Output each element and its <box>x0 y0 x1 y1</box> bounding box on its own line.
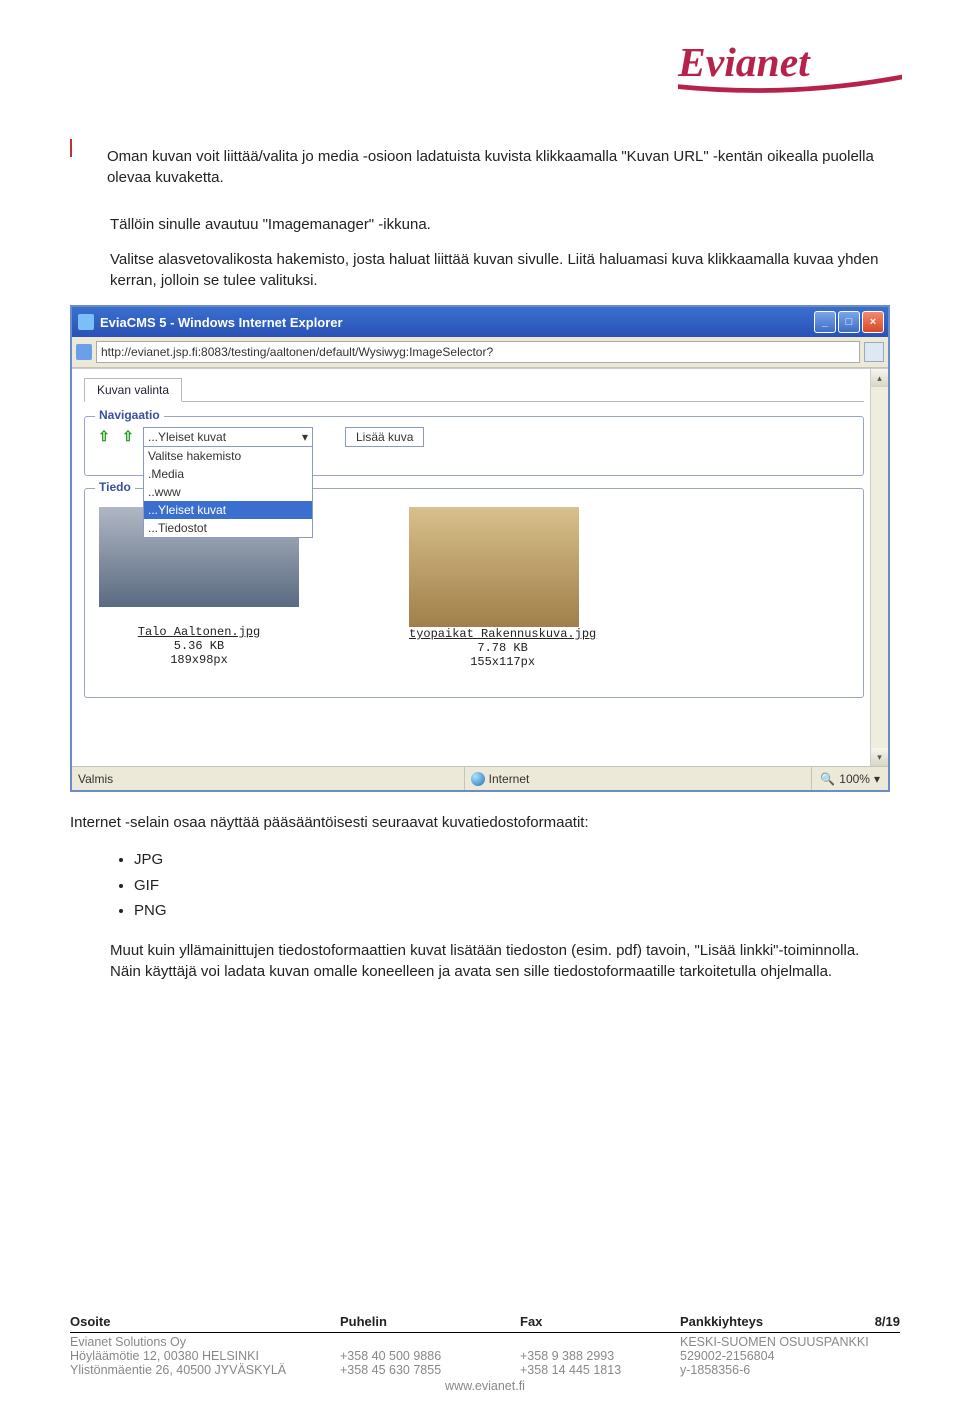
folder-option[interactable]: ...Yleiset kuvat <box>144 501 312 519</box>
zone-globe-icon <box>471 772 485 786</box>
scroll-down-icon[interactable]: ▾ <box>871 748 888 766</box>
footer-text: KESKI-SUOMEN OSUUSPANKKI <box>680 1335 900 1349</box>
page-footer: Osoite Puhelin Fax Pankkiyhteys 8/19 Evia… <box>70 1314 900 1393</box>
paragraph: Internet -selain osaa näyttää pääsääntöi… <box>70 812 890 833</box>
folder-dropdown[interactable]: Valitse hakemisto .Media ..www ...Yleise… <box>143 447 313 538</box>
thumbnail-size: 5.36 KB <box>99 639 299 653</box>
image-insert-icon <box>70 140 93 200</box>
footer-heading: Pankkiyhteys <box>680 1314 763 1329</box>
vertical-scrollbar[interactable]: ▴ ▾ <box>870 369 888 766</box>
footer-text: Evianet Solutions Oy <box>70 1335 340 1349</box>
folder-select-value: ...Yleiset kuvat <box>148 430 226 444</box>
folder-option[interactable]: ..www <box>144 483 312 501</box>
minimize-button[interactable]: _ <box>814 311 836 333</box>
thumbnail-filename: Talo Aaltonen.jpg <box>99 625 299 639</box>
footer-text: Ylistönmäentie 26, 40500 JYVÄSKYLÄ <box>70 1363 340 1377</box>
navigation-fieldset: Navigaatio ⇧ ⇧ ...Yleiset kuvat ▾ Valit <box>84 416 864 476</box>
list-item: PNG <box>134 898 890 924</box>
address-bar <box>72 337 888 368</box>
folder-option[interactable]: Valitse hakemisto <box>144 447 312 465</box>
paragraph: Valitse alasvetovalikosta hakemisto, jos… <box>110 249 890 291</box>
format-list: JPG GIF PNG <box>134 847 890 924</box>
footer-text: +358 40 500 9886 <box>340 1349 520 1363</box>
scroll-up-icon[interactable]: ▴ <box>871 369 888 387</box>
add-image-button[interactable]: Lisää kuva <box>345 427 424 447</box>
thumbnail-image <box>409 507 579 627</box>
fieldset-legend: Navigaatio <box>95 408 164 422</box>
list-item: GIF <box>134 873 890 899</box>
zoom-control[interactable]: 🔍 100% ▾ <box>812 772 888 786</box>
thumbnail-dimensions: 155x117px <box>409 655 596 669</box>
window-titlebar: EviaCMS 5 - Windows Internet Explorer _ … <box>72 307 888 337</box>
paragraph: Tällöin sinulle avautuu "Imagemanager" -… <box>110 214 890 235</box>
footer-text: y-1858356-6 <box>680 1363 900 1377</box>
folder-option[interactable]: ...Tiedostot <box>144 519 312 537</box>
page-icon <box>76 344 92 360</box>
ie-icon <box>78 314 94 330</box>
paragraph: Oman kuvan voit liittää/valita jo media … <box>107 146 890 188</box>
thumbnail-dimensions: 189x98px <box>99 653 299 667</box>
status-bar: Valmis Internet 🔍 100% ▾ <box>72 766 888 790</box>
footer-text: +358 45 630 7855 <box>340 1363 520 1377</box>
list-item: JPG <box>134 847 890 873</box>
window-title: EviaCMS 5 - Windows Internet Explorer <box>100 315 343 330</box>
close-button[interactable]: × <box>862 311 884 333</box>
image-thumbnail[interactable]: tyopaikat Rakennuskuva.jpg 7.78 KB 155x1… <box>409 507 596 669</box>
footer-heading: Osoite <box>70 1314 340 1329</box>
imagemanager-window: EviaCMS 5 - Windows Internet Explorer _ … <box>70 305 890 792</box>
page-number: 8/19 <box>875 1314 900 1329</box>
security-zone: Internet <box>489 772 530 786</box>
brand-logo: Evianet <box>670 30 910 103</box>
folder-select[interactable]: ...Yleiset kuvat ▾ <box>143 427 313 447</box>
footer-url: www.evianet.fi <box>70 1379 900 1393</box>
nav-up-root-icon[interactable]: ⇧ <box>95 427 113 445</box>
footer-text: Höyläämötie 12, 00380 HELSINKI <box>70 1349 340 1363</box>
tab-kuvan-valinta[interactable]: Kuvan valinta <box>84 378 182 402</box>
chevron-down-icon: ▾ <box>302 430 308 444</box>
zoom-icon: 🔍 <box>820 772 835 786</box>
footer-heading: Puhelin <box>340 1314 520 1329</box>
status-text: Valmis <box>72 772 464 786</box>
url-input[interactable] <box>96 341 860 363</box>
footer-heading: Fax <box>520 1314 680 1329</box>
folder-option[interactable]: .Media <box>144 465 312 483</box>
go-button[interactable] <box>864 342 884 362</box>
footer-text: +358 14 445 1813 <box>520 1363 680 1377</box>
tab-strip: Kuvan valinta <box>84 377 864 402</box>
zoom-value: 100% <box>839 772 870 786</box>
paragraph: Muut kuin yllämainittujen tiedostoformaa… <box>110 940 890 982</box>
svg-text:Evianet: Evianet <box>677 39 811 85</box>
nav-up-icon[interactable]: ⇧ <box>119 427 137 445</box>
chevron-down-icon: ▾ <box>874 772 880 786</box>
footer-text: 529002-2156804 <box>680 1349 900 1363</box>
fieldset-legend: Tiedo <box>95 480 135 494</box>
thumbnail-filename: tyopaikat Rakennuskuva.jpg <box>409 627 596 641</box>
footer-text: +358 9 388 2993 <box>520 1349 680 1363</box>
thumbnail-size: 7.78 KB <box>409 641 596 655</box>
maximize-button[interactable]: □ <box>838 311 860 333</box>
